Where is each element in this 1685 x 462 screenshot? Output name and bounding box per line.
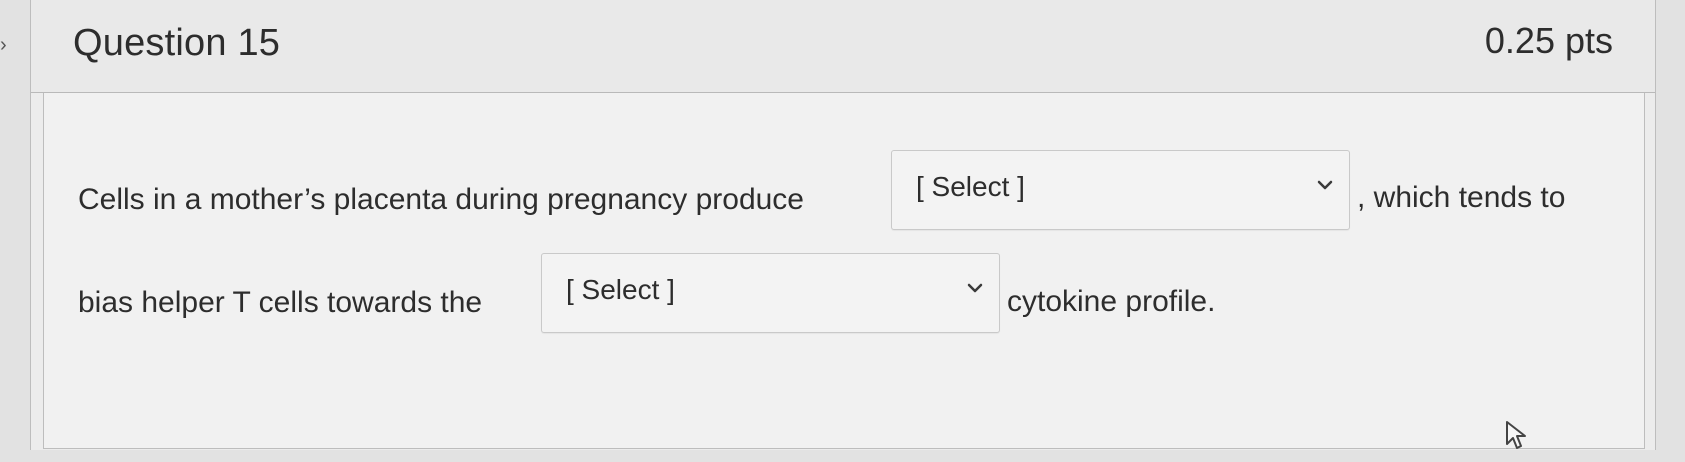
question-header: Question 15 0.25 pts (31, 0, 1655, 93)
mouse-cursor-icon (1506, 421, 1526, 449)
answer-select-1[interactable]: [ Select ] (891, 150, 1350, 230)
answer-select-2-value: [ Select ] (566, 274, 675, 305)
question-text-after-select-1: , which tends to (1357, 181, 1566, 214)
question-text-line-1: Cells in a mother’s placenta during preg… (78, 183, 804, 216)
question-text-after-select-2: cytokine profile. (1007, 285, 1216, 318)
chevron-down-icon (967, 283, 983, 293)
question-card: Question 15 0.25 pts Cells in a mother’s… (30, 0, 1656, 450)
chevron-down-icon (1317, 180, 1333, 190)
question-points: 0.25 pts (1484, 20, 1613, 61)
question-text-line-2: bias helper T cells towards the (78, 286, 483, 319)
answer-select-1-value: [ Select ] (916, 171, 1025, 202)
answer-select-2[interactable]: [ Select ] (541, 253, 1000, 333)
question-title: Question 15 (73, 22, 281, 64)
question-body: Cells in a mother’s placenta during preg… (43, 93, 1645, 449)
quiz-page: › Question 15 0.25 pts Cells in a mother… (0, 0, 1685, 462)
chevron-right-icon[interactable]: › (0, 34, 12, 56)
